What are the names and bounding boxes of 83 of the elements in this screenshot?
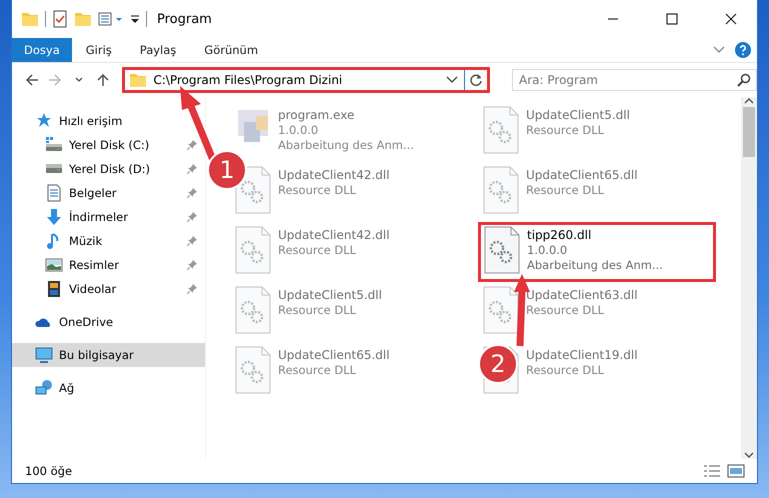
file-detail: Abarbeitung des Anm...	[278, 138, 414, 153]
star-icon	[35, 112, 53, 130]
help-icon[interactable]	[735, 42, 751, 58]
file-name[interactable]: program.exe	[278, 108, 414, 123]
gear-file-icon	[234, 346, 272, 394]
ribbon-tab[interactable]: Giriş	[72, 38, 126, 62]
properties-icon[interactable]	[98, 11, 124, 27]
pin-icon[interactable]	[187, 236, 197, 246]
back-arrow-icon[interactable]	[24, 73, 39, 87]
down-arrow-icon	[45, 208, 63, 226]
file-detail: Abarbeitung des Anm...	[527, 258, 663, 273]
dropdown-icon[interactable]	[130, 13, 140, 25]
gear-file-icon	[482, 166, 520, 214]
gear-file-icon	[482, 106, 520, 154]
pin-icon[interactable]	[187, 164, 197, 174]
file-name[interactable]: tipp260.dll	[527, 228, 663, 243]
checklist-icon[interactable]	[52, 10, 68, 28]
drive-icon	[45, 136, 63, 154]
file-name[interactable]: UpdateClient63.dll	[526, 288, 638, 303]
pin-icon[interactable]	[187, 188, 197, 198]
file-detail: Resource DLL	[278, 243, 358, 258]
file-name[interactable]: UpdateClient42.dll	[278, 228, 390, 243]
document-icon	[45, 184, 63, 202]
file-name[interactable]: UpdateClient65.dll	[526, 168, 638, 183]
close-icon[interactable]	[724, 13, 736, 25]
search-icon	[736, 73, 751, 87]
gear-file-icon	[483, 226, 521, 274]
file-detail: Resource DLL	[278, 183, 358, 198]
up-arrow-icon[interactable]	[96, 73, 110, 87]
refresh-icon[interactable]	[469, 73, 484, 87]
file-detail: Resource DLL	[526, 303, 606, 318]
gear-file-icon	[234, 226, 272, 274]
sidebar-item[interactable]: Resimler	[12, 253, 205, 277]
file-name[interactable]: UpdateClient65.dll	[278, 348, 390, 363]
file-name[interactable]: UpdateClient42.dll	[278, 168, 390, 183]
sidebar-item[interactable]: OneDrive	[12, 310, 205, 334]
highlighted-file-tile[interactable]: tipp260.dll 1.0.0.0 Abarbeitung des Anm...	[478, 222, 716, 282]
file-detail: 1.0.0.0	[278, 123, 320, 138]
film-icon	[45, 280, 63, 298]
sidebar-item[interactable]: Müzik	[12, 229, 205, 253]
sidebar-item[interactable]: İndirmeler	[12, 205, 205, 229]
sidebar-item[interactable]: Ağ	[12, 376, 205, 400]
item-count: 100 öğe	[25, 464, 74, 478]
tiles-view-icon[interactable]	[727, 464, 745, 478]
sidebar-item[interactable]: Belgeler	[12, 181, 205, 205]
pin-icon[interactable]	[187, 140, 197, 150]
search-field[interactable]: Ara: Program	[512, 69, 757, 91]
maximize-icon[interactable]	[666, 13, 678, 25]
pin-icon[interactable]	[187, 260, 197, 270]
file-detail: Resource DLL	[526, 363, 606, 378]
pin-icon[interactable]	[187, 284, 197, 294]
pin-icon[interactable]	[187, 212, 197, 222]
details-view-icon[interactable]	[703, 464, 721, 478]
picture-icon	[45, 256, 63, 274]
folder-icon	[129, 71, 148, 89]
chevron-down-icon[interactable]	[446, 76, 458, 84]
sidebar-item[interactable]: Hızlı erişim	[12, 109, 205, 133]
gear-file-icon	[234, 286, 272, 334]
scrollbar[interactable]	[741, 97, 757, 459]
file-name[interactable]: UpdateClient5.dll	[526, 108, 630, 123]
sidebar-item[interactable]: Yerel Disk (D:)	[12, 157, 205, 181]
file-detail: Resource DLL	[278, 303, 358, 318]
ribbon-tab[interactable]: Paylaş	[126, 38, 190, 62]
ribbon-tab[interactable]: Görünüm	[190, 38, 272, 62]
address-bar[interactable]: C:\Program Files\Program Dizini	[122, 67, 490, 93]
file-detail: Resource DLL	[526, 123, 606, 138]
file-detail: Resource DLL	[526, 183, 606, 198]
address-path: C:\Program Files\Program Dizini	[153, 73, 344, 87]
scrollbar-thumb[interactable]	[743, 107, 755, 157]
chevron-up-icon[interactable]	[744, 97, 754, 105]
file-detail: Resource DLL	[278, 363, 358, 378]
file-detail: 1.0.0.0	[527, 243, 568, 258]
monitor-icon	[35, 346, 53, 364]
sidebar-item[interactable]: Bu bilgisayar	[12, 343, 205, 367]
sidebar-item[interactable]: Yerel Disk (C:)	[12, 133, 205, 157]
network-icon	[35, 379, 53, 397]
file-name[interactable]: UpdateClient19.dll	[526, 348, 638, 363]
file-menu-button[interactable]: Dosya	[12, 38, 72, 62]
chevron-down-icon[interactable]	[744, 451, 754, 459]
sidebar-item[interactable]: Videolar	[12, 277, 205, 301]
file-name[interactable]: UpdateClient5.dll	[278, 288, 382, 303]
gear-file-icon	[482, 286, 520, 334]
window-title: Program	[157, 12, 213, 26]
